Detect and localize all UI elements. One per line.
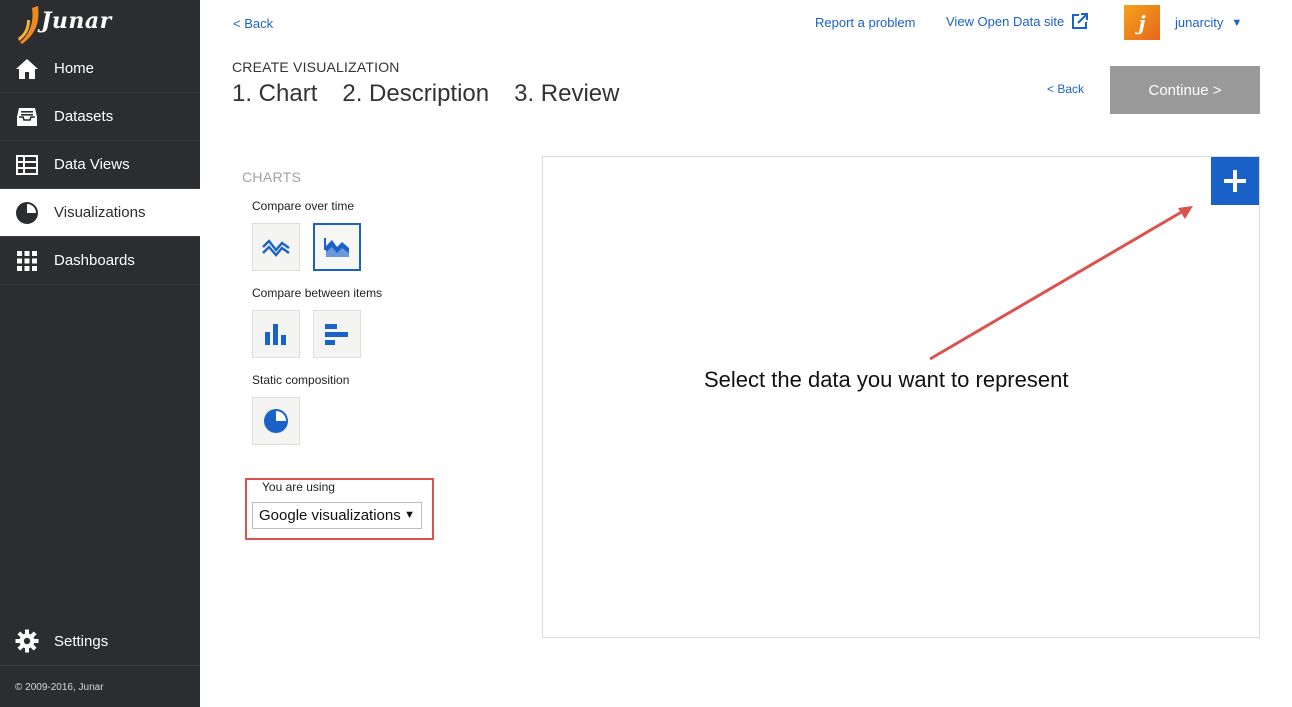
nav-label-datasets: Datasets [54, 108, 114, 125]
back-link-wizard[interactable]: < Back [1047, 82, 1084, 96]
chevron-down-icon: ▼ [1231, 16, 1243, 29]
copyright: © 2009-2016, Junar [15, 682, 104, 693]
add-data-button[interactable] [1211, 157, 1259, 205]
inbox-icon [15, 105, 39, 129]
group-label-compare-over-time: Compare over time [252, 199, 355, 213]
sidebar: Junar Home Datasets Data Views Visualiza… [0, 0, 200, 707]
area-chart-icon [324, 238, 349, 257]
area-chart-button[interactable] [313, 223, 361, 271]
bar-chart-button[interactable] [313, 310, 361, 358]
page-title: CREATE VISUALIZATION [232, 59, 400, 75]
nav-label-visualizations: Visualizations [54, 204, 146, 221]
empty-state-hint: Select the data you want to represent [704, 367, 1069, 392]
pie-chart-icon [264, 409, 288, 433]
user-menu[interactable]: junarcity ▼ [1175, 15, 1242, 30]
library-select[interactable]: Google visualizations ▼ [252, 502, 422, 529]
avatar[interactable]: j [1124, 5, 1160, 40]
library-select-value: Google visualizations [259, 507, 401, 524]
avatar-letter: j [1138, 10, 1146, 35]
view-open-data-label: View Open Data site [946, 14, 1065, 29]
nav-item-settings[interactable]: Settings [0, 617, 200, 666]
junar-logo[interactable]: Junar [14, 4, 111, 44]
home-icon [15, 57, 39, 81]
step-review[interactable]: 3. Review [514, 80, 619, 108]
step-description[interactable]: 2. Description [342, 80, 489, 108]
nav-item-dashboards[interactable]: Dashboards [0, 237, 200, 285]
table-icon [15, 153, 39, 177]
column-chart-button[interactable] [252, 310, 300, 358]
report-problem-link[interactable]: Report a problem [815, 15, 915, 30]
grid-icon [15, 249, 39, 273]
gear-icon [15, 629, 39, 653]
nav-label-dashboards: Dashboards [54, 252, 135, 269]
nav-item-data-views[interactable]: Data Views [0, 141, 200, 189]
nav-label-settings: Settings [54, 632, 109, 650]
nav-item-datasets[interactable]: Datasets [0, 93, 200, 141]
main-nav: Home Datasets Data Views Visualizations … [0, 45, 200, 285]
pie-chart-icon [15, 201, 39, 225]
bar-chart-icon [325, 324, 348, 345]
logo-text: Junar [41, 8, 112, 34]
group-label-compare-between-items: Compare between items [252, 286, 383, 300]
view-open-data-link[interactable]: View Open Data site [946, 13, 1089, 30]
continue-button[interactable]: Continue > [1110, 66, 1260, 114]
nav-label-data-views: Data Views [54, 156, 130, 173]
external-link-icon [1072, 13, 1089, 29]
nav-item-visualizations[interactable]: Visualizations [0, 189, 200, 237]
logo-swoosh-icon [18, 6, 39, 44]
line-chart-button[interactable] [252, 223, 300, 271]
pie-chart-button[interactable] [252, 397, 300, 445]
charts-heading: CHARTS [242, 169, 302, 185]
step-chart[interactable]: 1. Chart [232, 80, 317, 108]
plus-icon [1224, 170, 1246, 192]
nav-item-home[interactable]: Home [0, 45, 200, 93]
wizard-steps: 1. Chart 2. Description 3. Review [232, 80, 619, 108]
chevron-down-icon: ▼ [404, 509, 415, 521]
back-link-top[interactable]: < Back [233, 16, 273, 31]
nav-label-home: Home [54, 60, 95, 77]
column-chart-icon [265, 324, 286, 345]
group-label-static-composition: Static composition [252, 373, 350, 387]
pointer-arrow [929, 206, 1193, 361]
using-label: You are using [262, 480, 335, 494]
username: junarcity [1175, 15, 1224, 30]
line-chart-icon [262, 239, 290, 257]
